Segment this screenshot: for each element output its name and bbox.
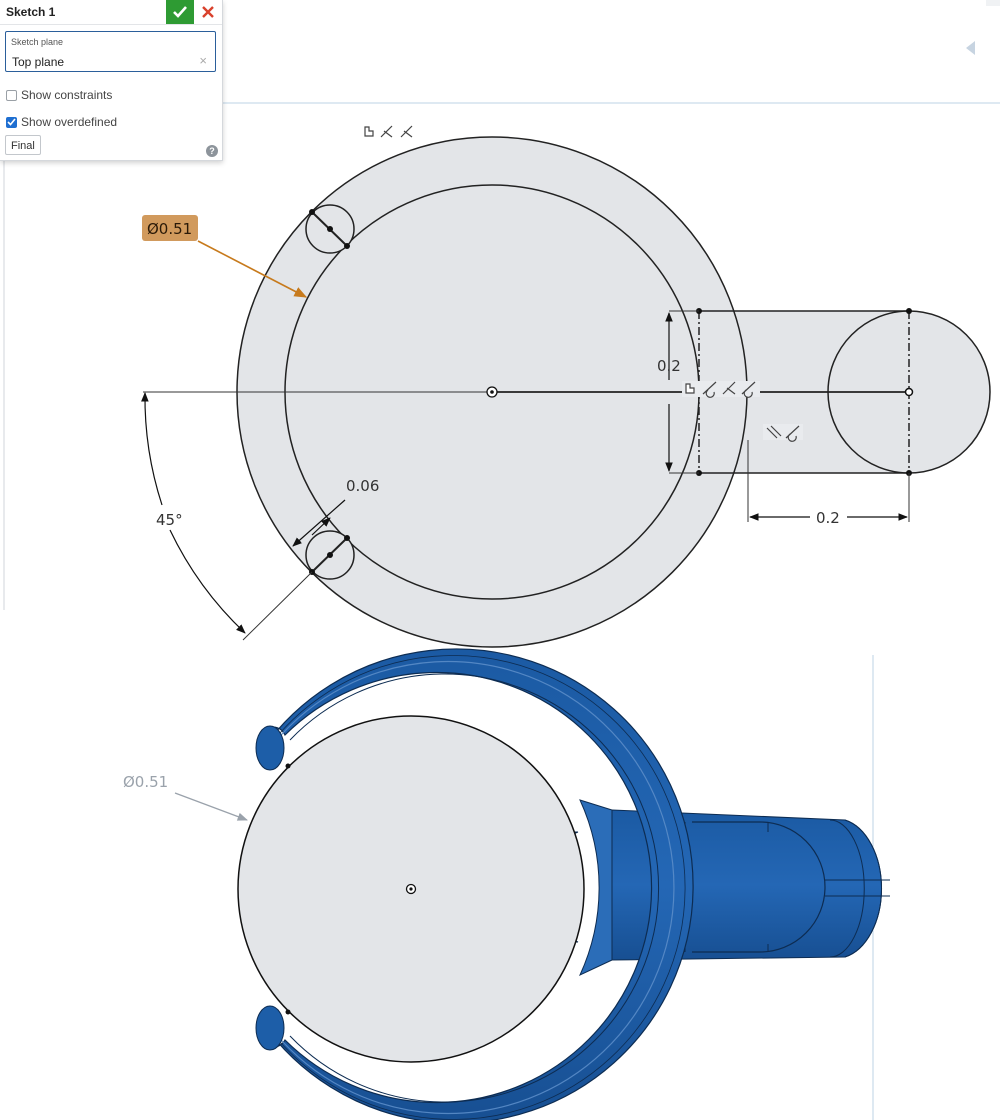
show-constraints-row[interactable]: Show constraints [6, 88, 112, 102]
sketch-plane-field[interactable]: Sketch plane Top plane × [5, 31, 216, 72]
accept-button[interactable] [166, 0, 194, 24]
sketch-geometry [143, 136, 991, 648]
checkmark-icon [7, 118, 16, 126]
sketch-plane-label: Sketch plane [11, 37, 64, 47]
tangent-icon [400, 125, 413, 138]
show-constraints-label: Show constraints [21, 88, 113, 102]
outer-diameter-dimension[interactable]: Ø0.51 [147, 220, 192, 238]
part-model[interactable] [237, 648, 890, 1120]
show-overdefined-checkbox[interactable] [6, 116, 17, 128]
model-diameter-leader [174, 792, 248, 821]
sketch-plane-value: Top plane [12, 55, 65, 69]
sketch-dialog: Sketch 1 Sketch plane Top plane × Show c… [0, 0, 223, 161]
angle-dimension[interactable]: 45° [156, 511, 183, 529]
dialog-title: Sketch 1 [6, 5, 56, 19]
help-icon[interactable]: ? [206, 145, 218, 157]
clear-selection-icon[interactable]: × [199, 53, 207, 68]
toolbar-edge [986, 0, 1000, 6]
show-overdefined-row[interactable]: Show overdefined [6, 115, 117, 129]
tangent-icon [380, 125, 393, 138]
cad-viewport[interactable]: 0.2 0.2 0.06 45° Ø0.51 Ø0.51 [0, 0, 1000, 1120]
model-diameter-dimension[interactable]: Ø0.51 [123, 773, 168, 791]
close-icon [202, 6, 214, 18]
cancel-button[interactable] [194, 0, 222, 24]
coincident-icon [364, 126, 374, 137]
show-overdefined-label: Show overdefined [21, 115, 118, 129]
length-dimension[interactable]: 0.2 [816, 509, 840, 527]
gap-dimension[interactable]: 0.06 [346, 477, 379, 495]
final-button[interactable]: Final [5, 135, 41, 155]
dialog-header: Sketch 1 [0, 0, 222, 25]
show-constraints-checkbox[interactable] [6, 89, 17, 101]
width-dimension[interactable]: 0.2 [657, 357, 681, 375]
collapse-arrow-icon[interactable] [966, 41, 975, 55]
handle-center-point[interactable] [904, 387, 914, 397]
checkmark-icon [173, 6, 187, 18]
